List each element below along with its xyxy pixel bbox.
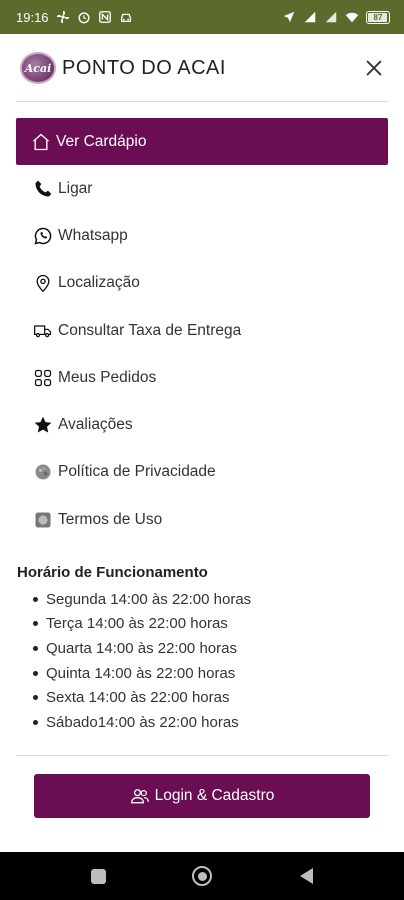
car-icon xyxy=(119,10,133,24)
login-register-button[interactable]: Login & Cadastro xyxy=(34,774,370,818)
back-triangle-icon xyxy=(299,868,313,884)
menu-item-avaliacoes[interactable]: Avaliações xyxy=(16,401,388,448)
app-logo: Acai xyxy=(20,52,56,84)
whatsapp-icon xyxy=(32,225,54,247)
terms-image-icon xyxy=(32,509,54,531)
drawer-menu: Ver Cardápio Ligar Whatsapp Localização … xyxy=(16,118,388,543)
privacy-image-icon xyxy=(32,461,54,483)
menu-item-whatsapp[interactable]: Whatsapp xyxy=(16,212,388,259)
menu-item-label: Avaliações xyxy=(58,416,133,434)
menu-item-label: Meus Pedidos xyxy=(58,368,157,386)
menu-item-label: Whatsapp xyxy=(58,226,128,244)
list-item: Quinta 14:00 às 22:00 horas xyxy=(33,661,387,686)
signal-icon xyxy=(324,10,338,24)
menu-item-ligar[interactable]: Ligar xyxy=(16,165,388,212)
list-item: Segunda 14:00 às 22:00 horas xyxy=(33,587,387,612)
star-icon xyxy=(32,414,54,436)
users-icon xyxy=(130,789,149,804)
back-button[interactable] xyxy=(291,861,321,891)
menu-item-termos-uso[interactable]: Termos de Uso xyxy=(16,496,388,543)
home-icon xyxy=(30,131,52,153)
status-time: 19:16 xyxy=(16,9,49,25)
list-item: Terça 14:00 às 22:00 horas xyxy=(33,612,387,637)
list-item: Sexta 14:00 às 22:00 horas xyxy=(33,685,387,710)
signal-icon xyxy=(303,10,317,24)
status-left: 19:16 xyxy=(16,10,133,25)
menu-item-label: Ver Cardápio xyxy=(56,132,147,150)
menu-item-label: Consultar Taxa de Entrega xyxy=(58,321,242,339)
battery-indicator: 87 xyxy=(366,10,390,24)
home-circle-icon xyxy=(192,866,212,886)
app-title: PONTO DO ACAI xyxy=(62,56,226,79)
list-item: Sábado14:00 às 22:00 horas xyxy=(33,710,387,735)
footer-divider xyxy=(16,755,388,756)
close-button[interactable] xyxy=(360,54,388,82)
menu-item-label: Ligar xyxy=(58,179,93,197)
menu-item-label: Localização xyxy=(58,274,140,292)
recents-button[interactable] xyxy=(83,861,113,891)
location-pin-icon xyxy=(32,272,54,294)
menu-item-ver-cardapio[interactable]: Ver Cardápio xyxy=(16,118,388,165)
menu-item-politica-privacidade[interactable]: Política de Privacidade xyxy=(16,449,388,496)
menu-item-label: Política de Privacidade xyxy=(58,463,216,481)
opening-hours: Horário de Funcionamento Segunda 14:00 à… xyxy=(17,564,387,735)
drawer-header: Acai PONTO DO ACAI xyxy=(0,34,404,102)
truck-icon xyxy=(32,320,54,342)
hours-list: Segunda 14:00 às 22:00 horas Terça 14:00… xyxy=(17,587,387,735)
recents-icon xyxy=(90,868,106,884)
menu-item-meus-pedidos[interactable]: Meus Pedidos xyxy=(16,354,388,401)
status-right: 87 xyxy=(282,10,390,24)
n-badge-icon xyxy=(98,10,112,24)
fan-icon xyxy=(56,10,70,24)
menu-item-label: Termos de Uso xyxy=(58,510,163,528)
location-arrow-icon xyxy=(282,10,296,24)
battery-level: 87 xyxy=(373,12,383,22)
header-divider xyxy=(16,101,388,102)
status-bar: 19:16 87 xyxy=(0,0,404,34)
menu-item-localizacao[interactable]: Localização xyxy=(16,260,388,307)
login-button-label: Login & Cadastro xyxy=(154,787,275,804)
phone-icon xyxy=(32,178,54,200)
home-button[interactable] xyxy=(187,861,217,891)
wifi-icon xyxy=(345,10,359,24)
menu-item-taxa-entrega[interactable]: Consultar Taxa de Entrega xyxy=(16,307,388,354)
system-nav-bar xyxy=(0,852,404,900)
list-item: Quarta 14:00 às 22:00 horas xyxy=(33,636,387,661)
logo-text: Acai xyxy=(24,61,52,75)
grid-icon xyxy=(32,367,54,389)
hours-title: Horário de Funcionamento xyxy=(17,564,208,581)
close-icon xyxy=(366,60,382,76)
alarm-icon xyxy=(77,10,91,24)
